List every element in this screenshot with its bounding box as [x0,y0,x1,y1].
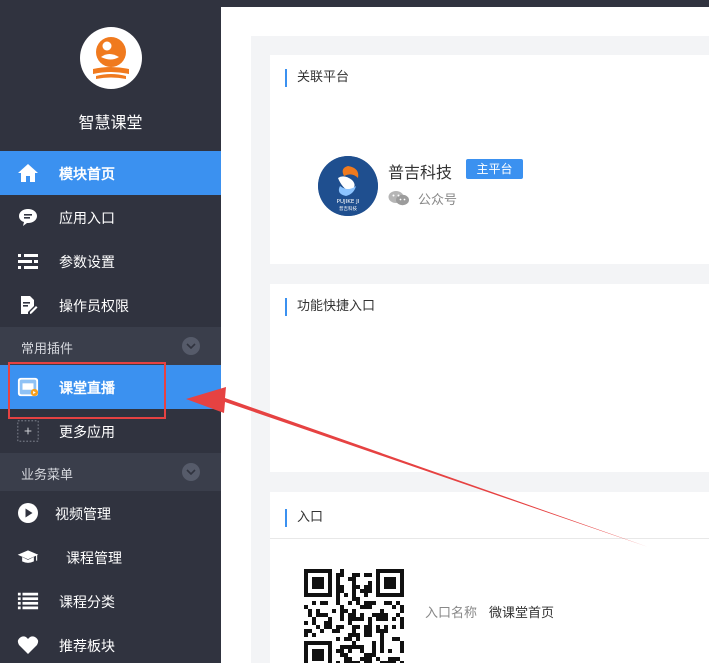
play-icon [17,502,39,524]
primary-platform-badge: 主平台 [466,159,523,179]
card-title: 入口 [285,509,323,527]
company-logo: PUJIKE JI 普吉科技 [318,156,378,216]
content-panel: 关联平台 PUJIKE JI 普吉科技 普吉科技 主平台 公众号 功能快捷入口 [251,36,709,663]
chat-bubble-icon [17,206,39,228]
entry-card: 入口 入口名称 微课堂首页 [270,492,709,663]
card-title: 功能快捷入口 [285,298,375,316]
entry-name-label: 入口名称 [425,606,478,621]
sidebar-item-label: 课程分类 [59,595,115,611]
company-name: 普吉科技 [388,163,453,182]
sidebar-item-label: 视频管理 [55,507,111,523]
plus-icon [17,420,39,442]
sidebar-item-label: 更多应用 [59,425,115,441]
top-bar [221,0,709,7]
sidebar-item-label: 推荐板块 [59,639,115,655]
sidebar-group-label: 常用插件 [21,342,74,357]
brand: 智慧课堂 [0,0,221,151]
sidebar-group-common-plugins[interactable]: 常用插件 [0,327,221,365]
company-logo-text: PUJIKE JI [337,199,360,205]
sidebar-item-label: 课程管理 [66,551,122,567]
wechat-icon [388,190,410,210]
sidebar-group-label: 业务菜单 [21,468,74,483]
sidebar-item-label: 应用入口 [59,211,115,227]
chevron-down-icon[interactable] [182,337,200,355]
document-edit-icon [17,294,39,316]
app-logo [80,27,142,89]
account-type: 公众号 [418,193,458,208]
sidebar-item-label: 操作员权限 [59,299,129,315]
sidebar-item-operator-permissions[interactable]: 操作员权限 [0,283,221,327]
linked-platform-card: 关联平台 PUJIKE JI 普吉科技 普吉科技 主平台 公众号 [270,55,709,264]
home-icon [17,162,39,184]
shortcuts-card: 功能快捷入口 [270,284,709,472]
sidebar-item-module-home[interactable]: 模块首页 [0,151,221,195]
sidebar-item-course-management[interactable]: 课程管理 [0,535,221,579]
list-settings-icon [17,250,39,272]
sidebar-item-course-categories[interactable]: 课程分类 [0,579,221,623]
company-logo-text: 普吉科技 [339,205,357,212]
sidebar-item-app-entry[interactable]: 应用入口 [0,195,221,239]
sidebar: 智慧课堂 模块首页 应用入口 参数设置 操作员权限 常用插件 课堂直播 更多应用… [0,0,221,663]
card-title: 关联平台 [285,69,349,87]
entry-name-value: 微课堂首页 [489,606,555,621]
list-icon [17,590,39,612]
sidebar-item-recommended-blocks[interactable]: 推荐板块 [0,623,221,663]
sidebar-item-video-management[interactable]: 视频管理 [0,491,221,535]
heart-icon [17,634,39,656]
qr-code [304,569,405,663]
sidebar-item-label: 模块首页 [59,167,115,183]
divider [270,538,709,539]
app-name: 智慧课堂 [78,113,143,132]
sidebar-group-business-menu[interactable]: 业务菜单 [0,453,221,491]
annotation-highlight-box [8,362,166,419]
sidebar-item-parameter-settings[interactable]: 参数设置 [0,239,221,283]
chevron-down-icon[interactable] [182,463,200,481]
graduation-cap-icon [17,546,39,568]
main-content: 关联平台 PUJIKE JI 普吉科技 普吉科技 主平台 公众号 功能快捷入口 [221,7,709,663]
sidebar-item-label: 参数设置 [59,255,115,271]
